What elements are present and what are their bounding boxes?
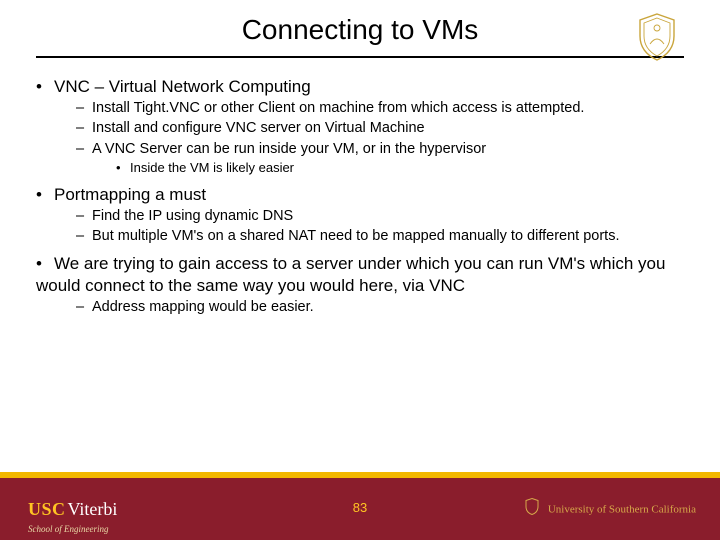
bullet-text: Inside the VM is likely easier: [130, 160, 294, 175]
bullet-text: Portmapping a must: [54, 185, 206, 204]
footer-red-bar: USC Viterbi School of Engineering 83 Uni…: [0, 478, 720, 540]
bullet-dash-icon: –: [76, 99, 92, 117]
university-shield-icon: [524, 498, 540, 521]
school-name: School of Engineering: [28, 524, 109, 534]
bullet-text: Install and configure VNC server on Virt…: [92, 120, 425, 136]
usc-wordmark: USC: [28, 499, 66, 520]
bullet-dash-icon: –: [76, 207, 92, 225]
bullet-dash-icon: –: [76, 298, 92, 316]
university-name: University of Southern California: [548, 503, 696, 515]
bullet-text: Find the IP using dynamic DNS: [92, 208, 293, 224]
bullet-dot-icon: •: [36, 76, 54, 97]
bullet-text: VNC – Virtual Network Computing: [54, 77, 311, 96]
bullet-text: Address mapping would be easier.: [92, 299, 314, 315]
bullet-dot-icon: •: [116, 160, 130, 176]
page-number: 83: [353, 500, 367, 515]
bullet-text: But multiple VM's on a shared NAT need t…: [92, 228, 619, 244]
slide-title: Connecting to VMs: [242, 14, 479, 46]
bullet-level-2: •Inside the VM is likely easier: [116, 160, 684, 176]
slide: Connecting to VMs •VNC – Virtual Network…: [0, 0, 720, 540]
bullet-dash-icon: –: [76, 227, 92, 245]
bullet-dot-icon: •: [36, 184, 54, 205]
bullet-text: We are trying to gain access to a server…: [36, 254, 665, 294]
bullet-level-1: –Install and configure VNC server on Vir…: [76, 119, 684, 137]
bullet-level-1: –Find the IP using dynamic DNS: [76, 207, 684, 225]
bullet-text: A VNC Server can be run inside your VM, …: [92, 141, 486, 157]
bullet-dash-icon: –: [76, 119, 92, 137]
university-mark: University of Southern California: [524, 498, 696, 521]
bullet-level-0: •Portmapping a must: [36, 184, 684, 205]
bullet-dot-icon: •: [36, 253, 54, 274]
usc-crest-icon: [634, 12, 680, 67]
bullet-level-1: –A VNC Server can be run inside your VM,…: [76, 140, 684, 158]
bullet-level-0: •VNC – Virtual Network Computing: [36, 76, 684, 97]
slide-footer: USC Viterbi School of Engineering 83 Uni…: [0, 472, 720, 540]
slide-body: •VNC – Virtual Network Computing –Instal…: [0, 58, 720, 316]
usc-viterbi-logo: USC Viterbi: [28, 499, 117, 520]
viterbi-wordmark: Viterbi: [68, 499, 118, 520]
bullet-level-1: –But multiple VM's on a shared NAT need …: [76, 227, 684, 245]
bullet-text: Install Tight.VNC or other Client on mac…: [92, 100, 584, 116]
bullet-level-0: •We are trying to gain access to a serve…: [36, 253, 684, 296]
title-row: Connecting to VMs: [0, 0, 720, 46]
bullet-level-1: –Address mapping would be easier.: [76, 298, 684, 316]
bullet-level-1: –Install Tight.VNC or other Client on ma…: [76, 99, 684, 117]
bullet-dash-icon: –: [76, 140, 92, 158]
